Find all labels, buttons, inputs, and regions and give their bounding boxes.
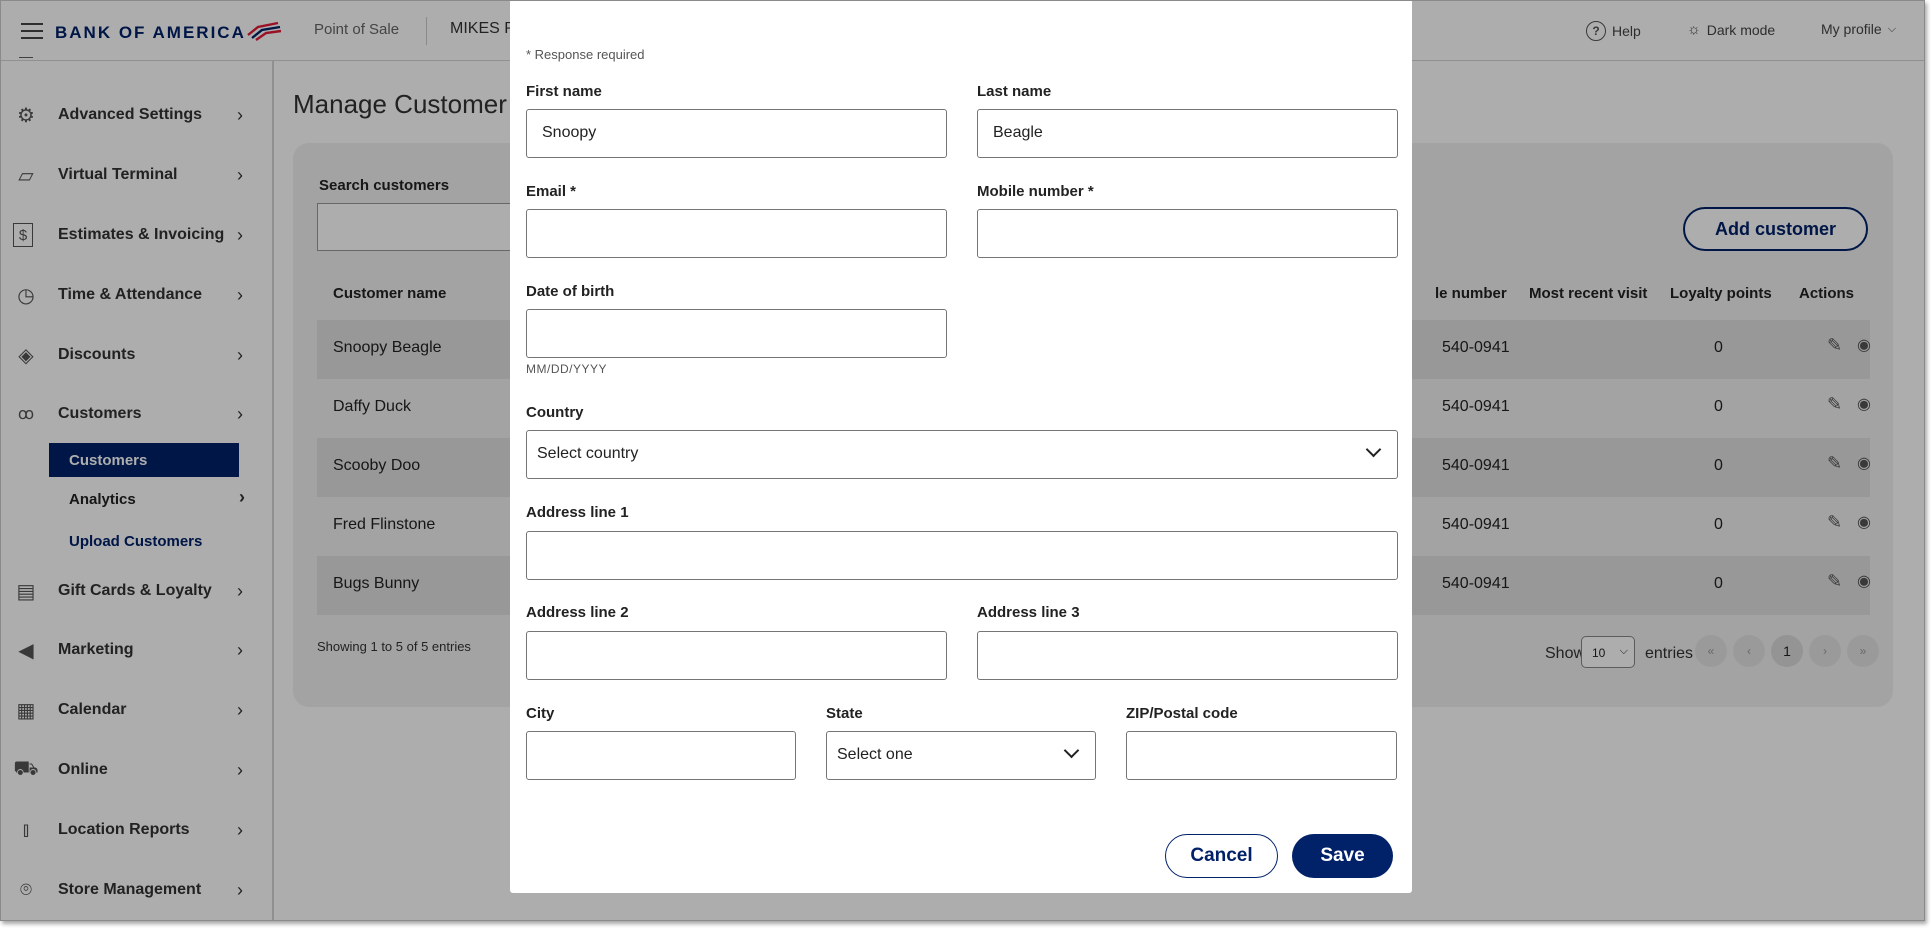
- email-input[interactable]: [526, 209, 947, 258]
- chevron-down-icon: [1365, 441, 1382, 458]
- country-select-value: Select country: [537, 445, 639, 462]
- save-button[interactable]: Save: [1292, 834, 1393, 878]
- chevron-down-icon: [1063, 742, 1080, 759]
- address3-input[interactable]: [977, 631, 1398, 680]
- address1-label: Address line 1: [526, 504, 629, 521]
- state-select[interactable]: Select one: [826, 731, 1096, 780]
- last-name-input[interactable]: Beagle: [977, 109, 1398, 158]
- email-label: Email *: [526, 183, 577, 200]
- mobile-label: Mobile number *: [977, 183, 1094, 200]
- address2-label: Address line 2: [526, 604, 629, 621]
- dob-input[interactable]: [526, 309, 947, 358]
- cancel-button[interactable]: Cancel: [1165, 834, 1278, 878]
- city-label: City: [526, 705, 555, 722]
- zip-label: ZIP/Postal code: [1126, 705, 1238, 722]
- last-name-label: Last name: [977, 83, 1052, 100]
- address2-input[interactable]: [526, 631, 947, 680]
- country-label: Country: [526, 404, 584, 421]
- state-label: State: [826, 705, 863, 722]
- state-select-value: Select one: [837, 746, 913, 763]
- dob-hint: MM/DD/YYYY: [526, 362, 608, 376]
- customer-form-modal: * Response required First name Snoopy La…: [510, 1, 1412, 893]
- address3-label: Address line 3: [977, 604, 1080, 621]
- city-input[interactable]: [526, 731, 796, 780]
- required-note: * Response required: [526, 47, 645, 62]
- dob-label: Date of birth: [526, 283, 615, 300]
- first-name-input[interactable]: Snoopy: [526, 109, 947, 158]
- mobile-input[interactable]: [977, 209, 1398, 258]
- zip-input[interactable]: [1126, 731, 1397, 780]
- country-select[interactable]: Select country: [526, 430, 1398, 479]
- first-name-label: First name: [526, 83, 602, 100]
- address1-input[interactable]: [526, 531, 1398, 580]
